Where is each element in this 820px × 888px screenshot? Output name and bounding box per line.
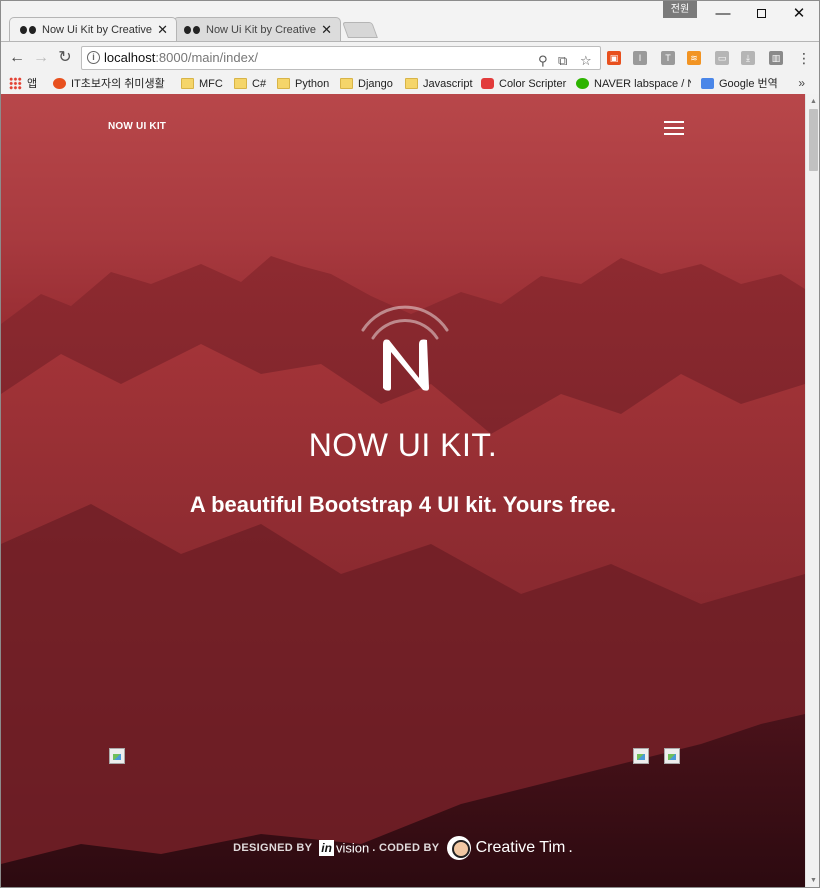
bookmark-label: MFC (199, 78, 223, 90)
vertical-scrollbar[interactable]: ▲ ▼ (805, 94, 819, 887)
bookmark-naver-labspace[interactable]: NAVER labspace / N (576, 76, 691, 92)
hamburger-line (664, 127, 684, 129)
folder-icon (181, 78, 194, 89)
pdf-extension-icon[interactable]: ⤓ (741, 51, 755, 65)
page-viewport: NOW UI KIT NOW UI KIT. A beautiful Boots… (0, 94, 820, 888)
hamburger-line (664, 121, 684, 123)
tab-title: Now Ui Kit by Creative T (42, 24, 154, 36)
bookmark-django[interactable]: Django (340, 76, 393, 92)
hamburger-line (664, 133, 684, 135)
reload-button[interactable]: ↻ (53, 46, 77, 70)
maximize-icon (756, 9, 766, 18)
footer-end-dot: . (568, 839, 573, 856)
navbar-toggle-menu-icon[interactable] (664, 120, 684, 136)
bookmarks-bar: 앱 IT초보자의 취미생활 MFC C# Python Django Javas… (1, 73, 819, 95)
hero-title: NOW UI KIT. (308, 427, 498, 463)
tab-close-icon[interactable]: ✕ (157, 18, 168, 41)
bookmark-label: Python (295, 78, 330, 90)
broken-image-icon (633, 748, 649, 764)
back-button[interactable]: ← (5, 46, 29, 70)
bookmark-label: NAVER labspace / N (594, 78, 691, 90)
bookmark-label: Color Scripter (499, 78, 567, 90)
naver-icon (576, 78, 589, 89)
translate-icon[interactable]: ⧉ (558, 50, 567, 72)
scroll-up-arrow-icon[interactable]: ▲ (806, 94, 819, 109)
apps-icon (9, 77, 22, 90)
bookmark-javascript[interactable]: Javascript (405, 76, 473, 92)
broken-image-icon (664, 748, 680, 764)
bookmarks-overflow-button[interactable]: » (798, 76, 805, 90)
bookmark-label: Django (358, 78, 393, 90)
office-extension-icon[interactable]: ▣ (607, 51, 621, 65)
folder-icon (234, 78, 247, 89)
scrollbar-thumb[interactable] (809, 109, 818, 171)
designed-by-label: DESIGNED BY (233, 841, 313, 854)
bookmark-python[interactable]: Python (277, 76, 329, 92)
hero-subtitle: A beautiful Bootstrap 4 UI kit. Yours fr… (189, 492, 617, 517)
browser-toolbar: ← → ↻ i localhost:8000/main/index/ ⚲ ⧉ ☆… (1, 41, 819, 73)
title-bar: Now Ui Kit by Creative T ✕ Now Ui Kit by… (1, 1, 819, 41)
bookmark-blog[interactable]: IT초보자의 취미생활 (53, 76, 165, 92)
folder-icon (340, 78, 353, 89)
bookmark-color-scripter[interactable]: Color Scripter (481, 76, 566, 92)
now-ui-favicon-icon (20, 26, 36, 34)
navbar-brand-link[interactable]: NOW UI KIT (108, 121, 166, 132)
extension-panel-icon[interactable]: ▥ (769, 51, 783, 65)
maximize-button[interactable] (742, 1, 780, 27)
bookmark-star-icon[interactable]: ☆ (580, 50, 592, 72)
close-window-button[interactable]: ✕ (780, 1, 818, 27)
bookmark-csharp[interactable]: C# (234, 76, 266, 92)
folder-icon (277, 78, 290, 89)
google-translate-icon (701, 78, 714, 89)
blog-icon (53, 78, 66, 89)
site-info-icon[interactable]: i (87, 51, 100, 64)
tab-title: Now Ui Kit by Creative T (206, 24, 318, 36)
now-ui-logo-icon (361, 305, 449, 391)
creative-tim-avatar-icon[interactable] (446, 836, 471, 860)
extension-screen-icon[interactable]: ▭ (715, 51, 729, 65)
invision-logo-word[interactable]: vision (336, 841, 369, 856)
bookmark-label: Javascript (423, 78, 473, 90)
extension-t-icon[interactable]: T (661, 51, 675, 65)
bookmark-mfc[interactable]: MFC (181, 76, 223, 92)
key-icon[interactable]: ⚲ (538, 50, 548, 72)
bookmark-label: IT초보자의 취미생활 (71, 78, 165, 90)
bookmark-apps[interactable]: 앱 (9, 76, 37, 92)
scroll-down-arrow-icon[interactable]: ▼ (806, 873, 819, 887)
browser-window: Now Ui Kit by Creative T ✕ Now Ui Kit by… (0, 0, 820, 95)
tab-inactive[interactable]: Now Ui Kit by Creative T ✕ (173, 17, 341, 41)
minimize-button[interactable]: — (704, 1, 742, 27)
footer-credits: DESIGNED BY in vision . CODED BY Creative… (1, 836, 805, 860)
bookmark-label: Google 번역 (719, 78, 778, 90)
folder-icon (405, 78, 418, 89)
bookmark-google-translate[interactable]: Google 번역 (701, 76, 778, 92)
address-bar[interactable]: i localhost:8000/main/index/ ⚲ ⧉ ☆ (81, 46, 601, 70)
tab-active[interactable]: Now Ui Kit by Creative T ✕ (9, 17, 177, 41)
new-tab-button[interactable] (342, 22, 378, 38)
hero-section: NOW UI KIT NOW UI KIT. A beautiful Boots… (1, 94, 805, 887)
rss-extension-icon[interactable]: ≋ (687, 51, 701, 65)
menu-kebab-icon[interactable]: ⋮ (797, 51, 811, 65)
color-scripter-icon (481, 78, 494, 89)
profile-badge[interactable]: 전원 (663, 1, 697, 18)
invision-logo-mark[interactable]: in (319, 840, 334, 856)
url-host: localhost (104, 50, 156, 65)
broken-image-icon (109, 748, 125, 764)
url-path: :8000/main/index/ (155, 50, 258, 65)
bookmark-label: C# (252, 78, 267, 90)
extension-i-icon[interactable]: I (633, 51, 647, 65)
now-ui-favicon-icon (184, 26, 200, 34)
bookmark-label: 앱 (27, 78, 38, 90)
tab-close-icon[interactable]: ✕ (321, 18, 332, 41)
coded-by-label: . CODED BY (372, 841, 440, 854)
forward-button[interactable]: → (29, 46, 53, 70)
creative-tim-link[interactable]: Creative Tim (476, 839, 566, 856)
